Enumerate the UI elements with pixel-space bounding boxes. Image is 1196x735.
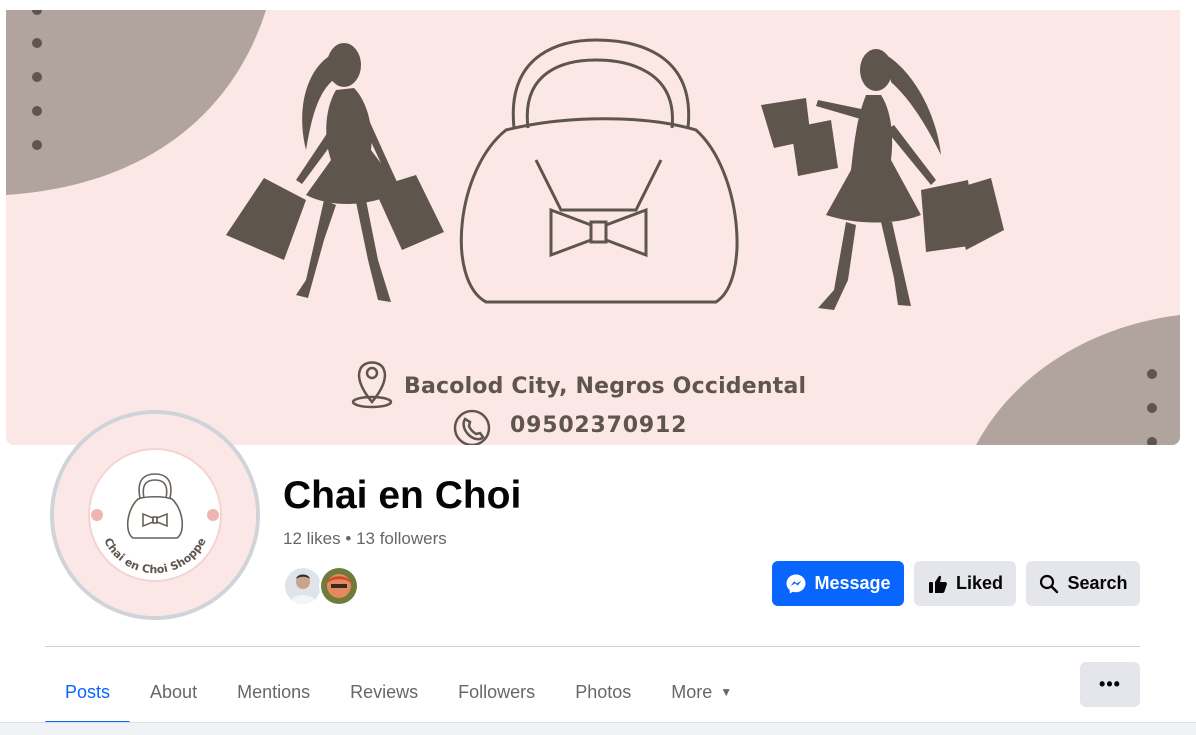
friend-photo — [321, 568, 357, 604]
search-button-label: Search — [1067, 573, 1128, 593]
stats-separator: • — [345, 529, 352, 548]
tab-reviews[interactable]: Reviews — [330, 662, 438, 722]
page-stats: 12 likes • 13 followers — [283, 529, 447, 549]
handbag-illustration — [459, 38, 739, 304]
facebook-page-header: Bacolod City, Negros Occidental 09502370… — [0, 0, 1196, 735]
page-content-background — [0, 722, 1196, 735]
page-tabs: Posts About Mentions Reviews Followers P… — [45, 662, 752, 724]
tab-label: Posts — [65, 681, 111, 702]
followers-count[interactable]: 13 followers — [356, 529, 447, 548]
page-title: Chai en Choi — [283, 474, 522, 517]
more-options-button[interactable]: ••• — [1080, 662, 1140, 707]
message-button-label: Message — [814, 573, 891, 593]
thumbs-up-icon — [927, 573, 949, 595]
phone-icon — [453, 409, 491, 445]
tab-followers[interactable]: Followers — [438, 662, 555, 722]
page-logo: Chai en Choi Shoppe — [54, 414, 256, 616]
caret-down-icon: ▼ — [720, 685, 733, 699]
cover-phone-text: 09502370912 — [510, 413, 688, 438]
cover-corner-shape-top-left — [6, 10, 266, 195]
shopper-silhouette-right — [761, 49, 1004, 310]
tab-more[interactable]: More ▼ — [651, 662, 752, 722]
friend-avatar[interactable] — [283, 566, 323, 606]
search-button[interactable]: Search — [1026, 561, 1140, 606]
tab-about[interactable]: About — [130, 662, 217, 722]
tab-label: Reviews — [350, 681, 419, 702]
page-profile-picture[interactable]: Chai en Choi Shoppe — [50, 410, 260, 620]
tab-mentions[interactable]: Mentions — [217, 662, 330, 722]
header-divider — [45, 646, 1140, 647]
shopper-silhouette-left — [226, 43, 444, 302]
likes-count[interactable]: 12 likes — [283, 529, 341, 548]
liked-button-label: Liked — [955, 573, 1003, 593]
tab-posts[interactable]: Posts — [45, 662, 131, 724]
cover-corner-shape-bottom-right — [976, 315, 1180, 445]
friend-avatar[interactable] — [319, 566, 359, 606]
location-pin-icon — [351, 361, 393, 409]
messenger-icon — [785, 573, 807, 595]
search-icon — [1038, 573, 1060, 595]
cover-photo[interactable]: Bacolod City, Negros Occidental 09502370… — [6, 10, 1180, 445]
tab-label: Photos — [575, 681, 632, 702]
cover-address-text: Bacolod City, Negros Occidental — [404, 374, 807, 399]
tab-label: More — [671, 681, 713, 702]
tab-label: About — [150, 681, 198, 702]
tab-photos[interactable]: Photos — [555, 662, 651, 722]
friend-photo — [285, 568, 321, 604]
liked-button[interactable]: Liked — [914, 561, 1016, 606]
tab-label: Mentions — [237, 681, 311, 702]
message-button[interactable]: Message — [772, 561, 904, 606]
tab-label: Followers — [458, 681, 536, 702]
